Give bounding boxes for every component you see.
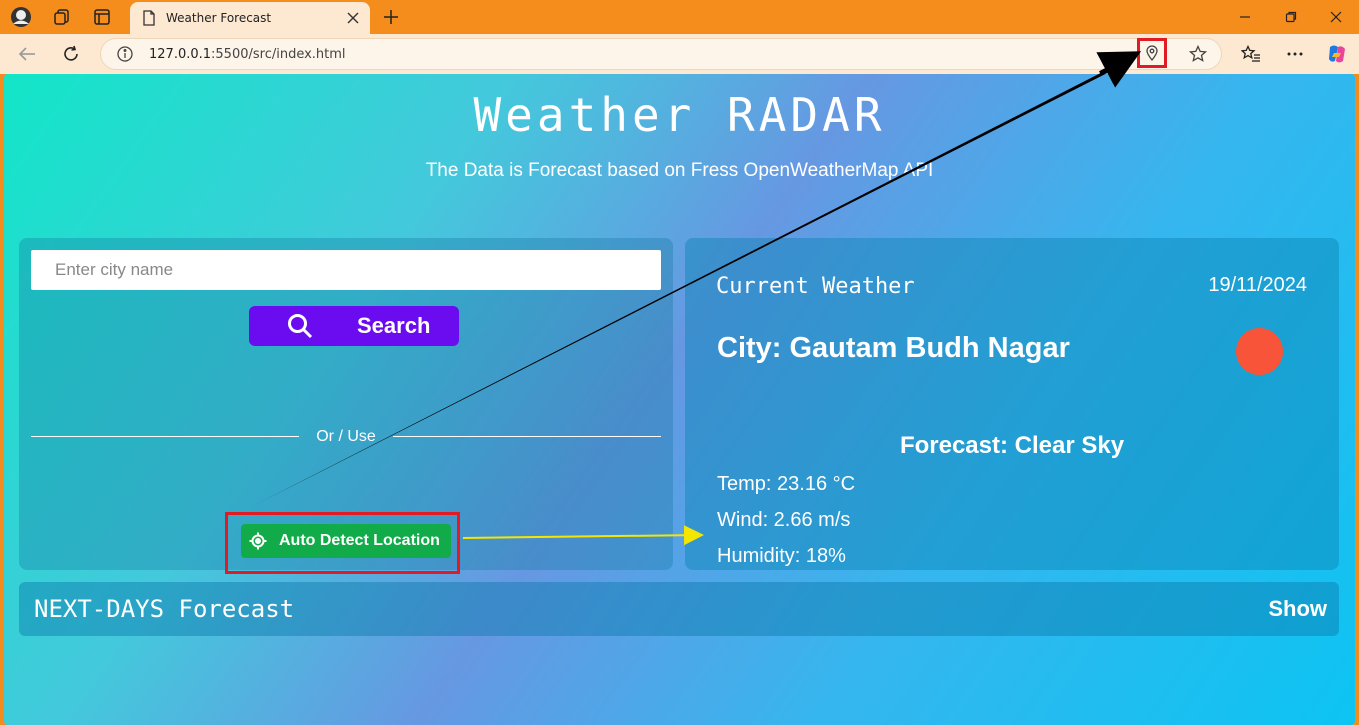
page-subtitle: The Data is Forecast based on Fress Open…	[425, 160, 934, 181]
divider-right	[393, 436, 661, 437]
restore-icon[interactable]	[1278, 5, 1304, 29]
url-host: 127.0.0.1	[149, 47, 212, 62]
collections-icon[interactable]	[50, 6, 74, 28]
reload-icon[interactable]	[58, 42, 84, 66]
search-button[interactable]: Search	[249, 306, 459, 346]
plus-icon[interactable]	[380, 6, 402, 28]
current-temp: Temp: 23.16 °C	[717, 473, 856, 495]
divider-left	[31, 436, 299, 437]
current-city: City: Gautam Budh Nagar	[717, 332, 1070, 364]
show-button[interactable]: Show	[1268, 596, 1327, 622]
current-forecast: Forecast: Clear Sky	[899, 432, 1125, 459]
current-weather-title: Current Weather	[716, 274, 915, 299]
location-pin-icon[interactable]	[1137, 38, 1167, 68]
weather-icon	[1236, 328, 1283, 375]
auto-detect-label: Auto Detect Location	[279, 532, 440, 549]
or-use-label: Or / Use	[316, 428, 376, 445]
current-date: 19/11/2024	[1208, 274, 1307, 296]
avatar-icon[interactable]	[9, 6, 33, 28]
more-icon[interactable]	[1283, 42, 1307, 66]
address-bar: 127.0.0.1:5500/src/index.html	[0, 34, 1359, 74]
tab-title: Weather Forecast	[166, 11, 272, 25]
crosshair-icon	[249, 532, 267, 550]
page-icon	[143, 10, 155, 26]
star-icon[interactable]	[1186, 42, 1210, 66]
url-text: 127.0.0.1:5500/src/index.html	[149, 47, 346, 62]
tab-actions-icon[interactable]	[90, 6, 114, 28]
window-close-icon[interactable]	[1323, 5, 1349, 29]
close-icon[interactable]	[342, 7, 364, 29]
url-path: :5500/src/index.html	[211, 47, 346, 62]
copilot-icon[interactable]	[1325, 42, 1349, 66]
current-wind: Wind: 2.66 m/s	[717, 509, 851, 531]
minimize-icon[interactable]	[1232, 5, 1258, 29]
info-icon[interactable]	[117, 46, 133, 67]
current-humidity: Humidity: 18%	[717, 545, 846, 567]
next-days-title: NEXT-DAYS Forecast	[34, 595, 295, 623]
search-panel: Search Or / Use Auto Detect Location	[19, 238, 673, 574]
search-button-label: Search	[357, 313, 431, 338]
page-title: Weather RADAR	[473, 88, 886, 142]
search-icon	[287, 313, 313, 339]
city-input[interactable]	[31, 250, 661, 290]
current-weather-panel: Current Weather 19/11/2024 City: Gautam …	[685, 238, 1339, 570]
favorites-icon[interactable]	[1239, 42, 1263, 66]
tab-weather-forecast[interactable]: Weather Forecast	[130, 2, 370, 34]
url-field[interactable]: 127.0.0.1:5500/src/index.html	[100, 38, 1222, 70]
next-days-bar[interactable]: NEXT-DAYS Forecast Show	[19, 582, 1339, 636]
page: Weather RADAR The Data is Forecast based…	[4, 74, 1355, 725]
tab-bar: Weather Forecast	[0, 0, 1359, 34]
back-icon[interactable]	[14, 42, 40, 66]
auto-detect-button[interactable]: Auto Detect Location	[241, 524, 451, 558]
